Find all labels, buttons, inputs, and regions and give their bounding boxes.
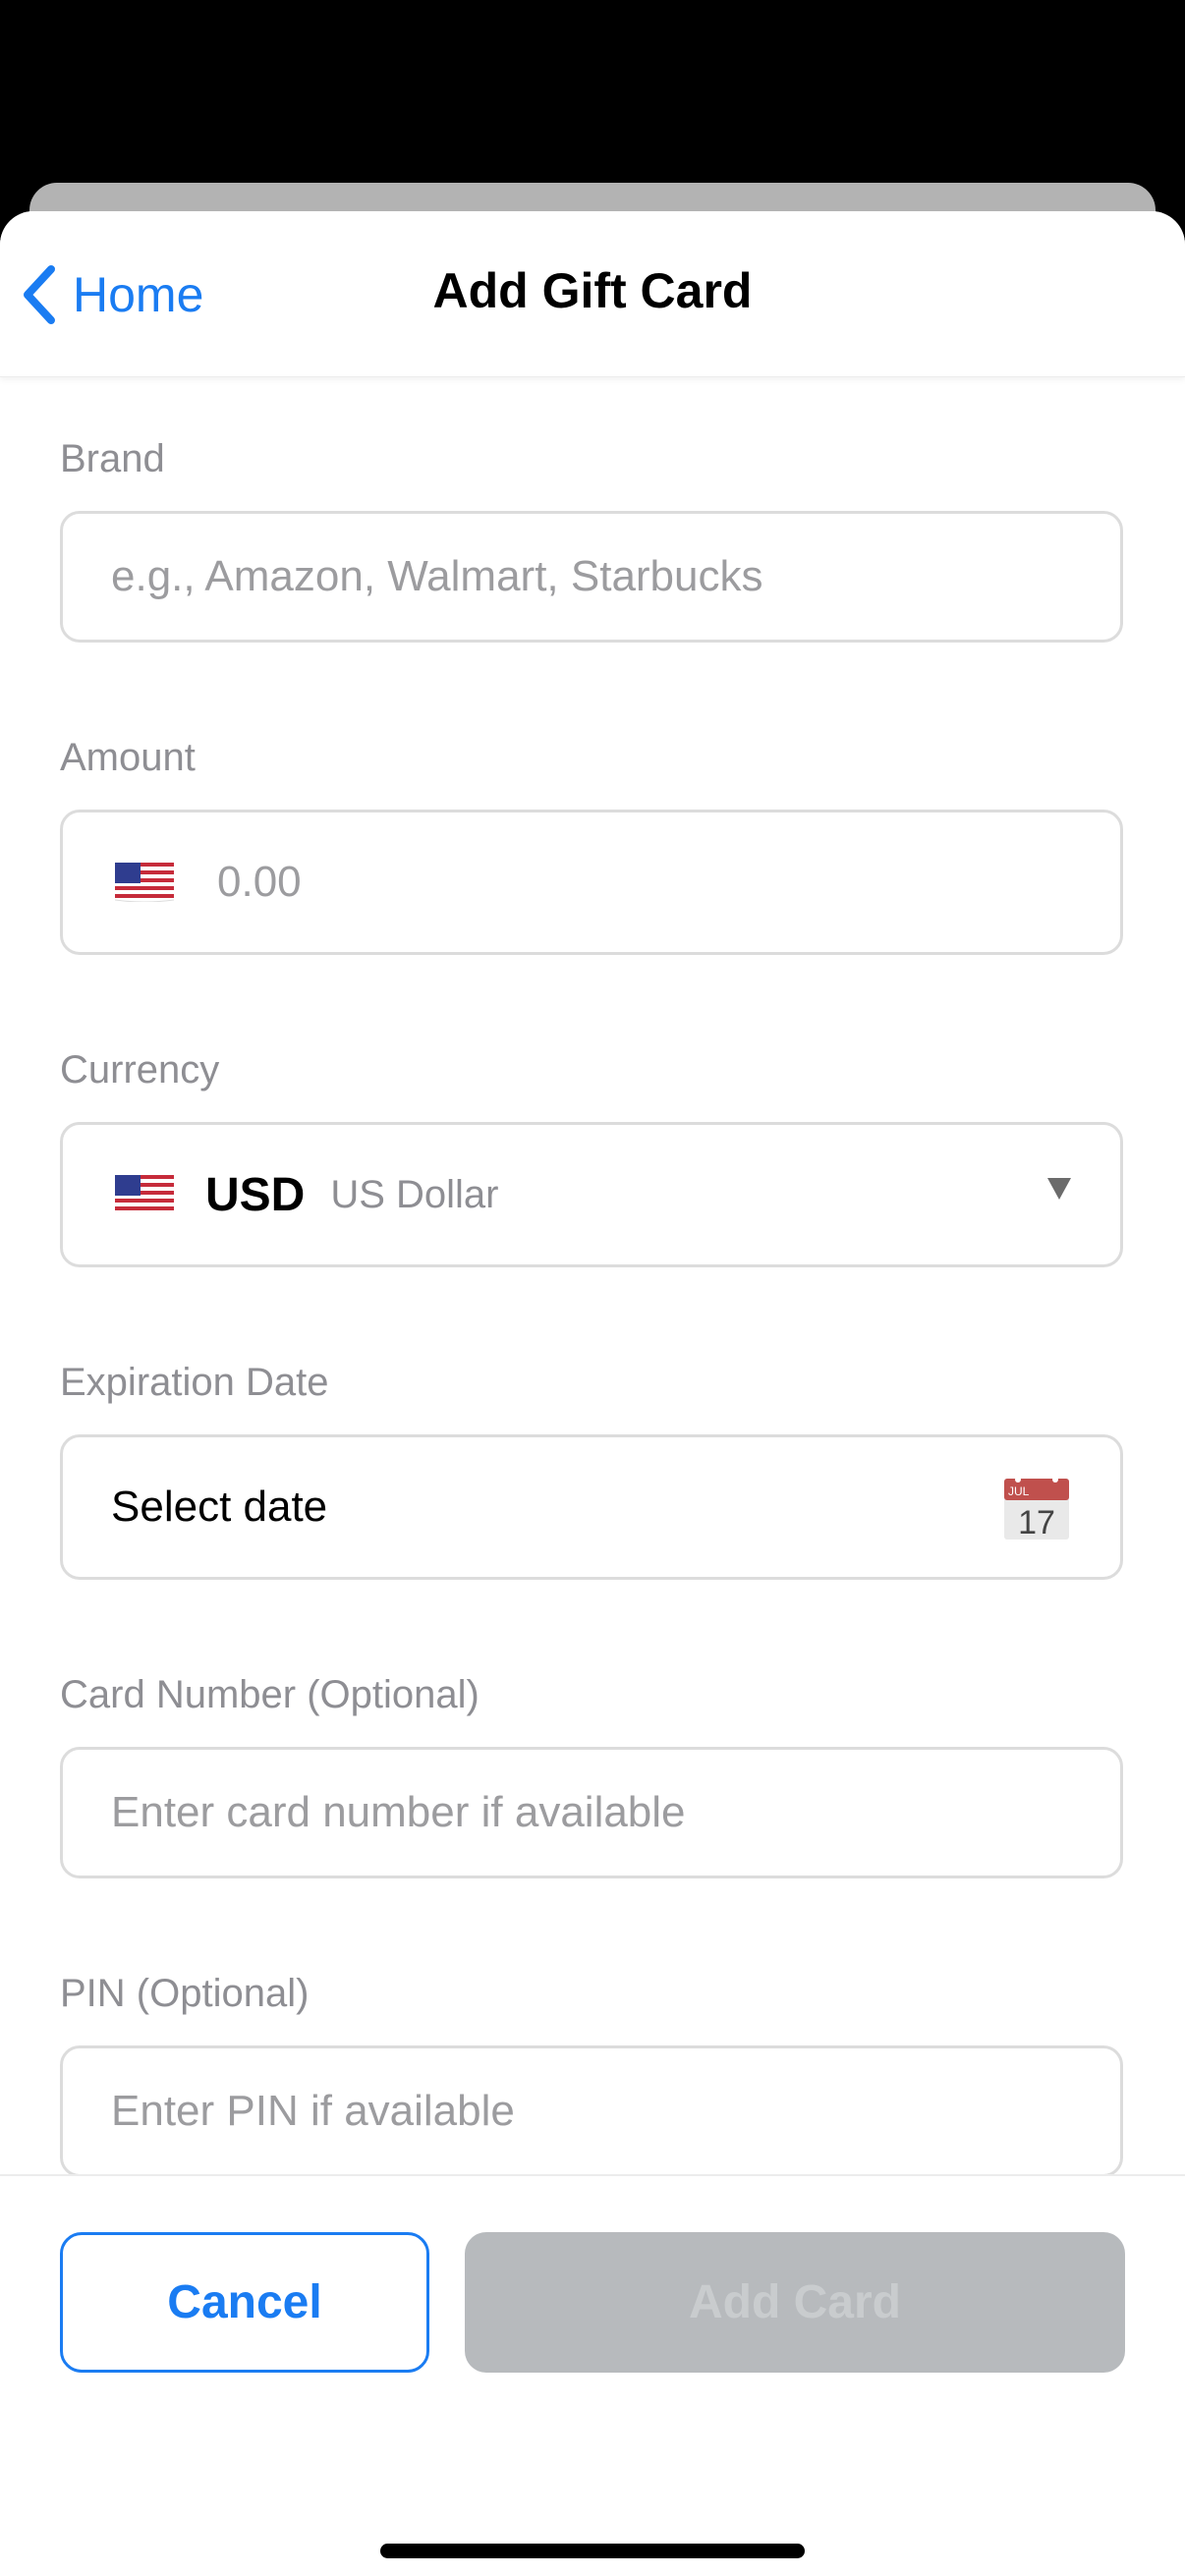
dropdown-arrow-icon bbox=[1047, 1178, 1071, 1200]
add-gift-card-sheet: Home Add Gift Card Brand e.g., Amazon, W… bbox=[0, 211, 1185, 2576]
card-number-label: Card Number (Optional) bbox=[60, 1673, 480, 1716]
footer-actions: Cancel Add Card bbox=[0, 2174, 1185, 2576]
brand-placeholder: e.g., Amazon, Walmart, Starbucks bbox=[111, 552, 763, 600]
gift-card-form: Brand e.g., Amazon, Walmart, Starbucks A… bbox=[0, 376, 1185, 2174]
screen: Home Add Gift Card Brand e.g., Amazon, W… bbox=[0, 0, 1185, 2576]
navigation-bar: Home Add Gift Card bbox=[0, 211, 1185, 377]
back-button-label: Home bbox=[73, 267, 204, 322]
currency-name: US Dollar bbox=[330, 1172, 499, 1216]
card-number-placeholder: Enter card number if available bbox=[111, 1788, 686, 1836]
pin-input[interactable]: Enter PIN if available bbox=[60, 2045, 1123, 2174]
calendar-icon: JUL 17 bbox=[1004, 1477, 1069, 1540]
amount-input[interactable]: 0.00 bbox=[60, 810, 1123, 955]
expiration-date-value: Select date bbox=[111, 1483, 328, 1531]
card-number-input[interactable]: Enter card number if available bbox=[60, 1747, 1123, 1878]
back-button[interactable]: Home bbox=[20, 260, 203, 329]
expiration-date-label: Expiration Date bbox=[60, 1361, 329, 1404]
brand-input[interactable]: e.g., Amazon, Walmart, Starbucks bbox=[60, 511, 1123, 643]
cancel-button[interactable]: Cancel bbox=[60, 2232, 429, 2373]
currency-label: Currency bbox=[60, 1048, 220, 1092]
home-indicator bbox=[380, 2544, 805, 2558]
currency-code: USD bbox=[205, 1168, 306, 1221]
currency-select[interactable]: USD US Dollar bbox=[60, 1122, 1123, 1267]
calendar-day: 17 bbox=[1018, 1504, 1055, 1540]
add-card-button[interactable]: Add Card bbox=[465, 2232, 1125, 2373]
amount-label: Amount bbox=[60, 736, 196, 779]
calendar-month: JUL bbox=[1008, 1484, 1030, 1498]
us-flag-icon bbox=[115, 1175, 174, 1214]
pin-label: PIN (Optional) bbox=[60, 1972, 310, 2015]
brand-label: Brand bbox=[60, 437, 165, 480]
pin-placeholder: Enter PIN if available bbox=[111, 2087, 515, 2135]
us-flag-icon bbox=[115, 863, 174, 902]
expiration-date-picker[interactable]: Select date JUL 17 bbox=[60, 1434, 1123, 1580]
chevron-left-icon bbox=[24, 265, 55, 324]
amount-placeholder: 0.00 bbox=[217, 858, 302, 906]
